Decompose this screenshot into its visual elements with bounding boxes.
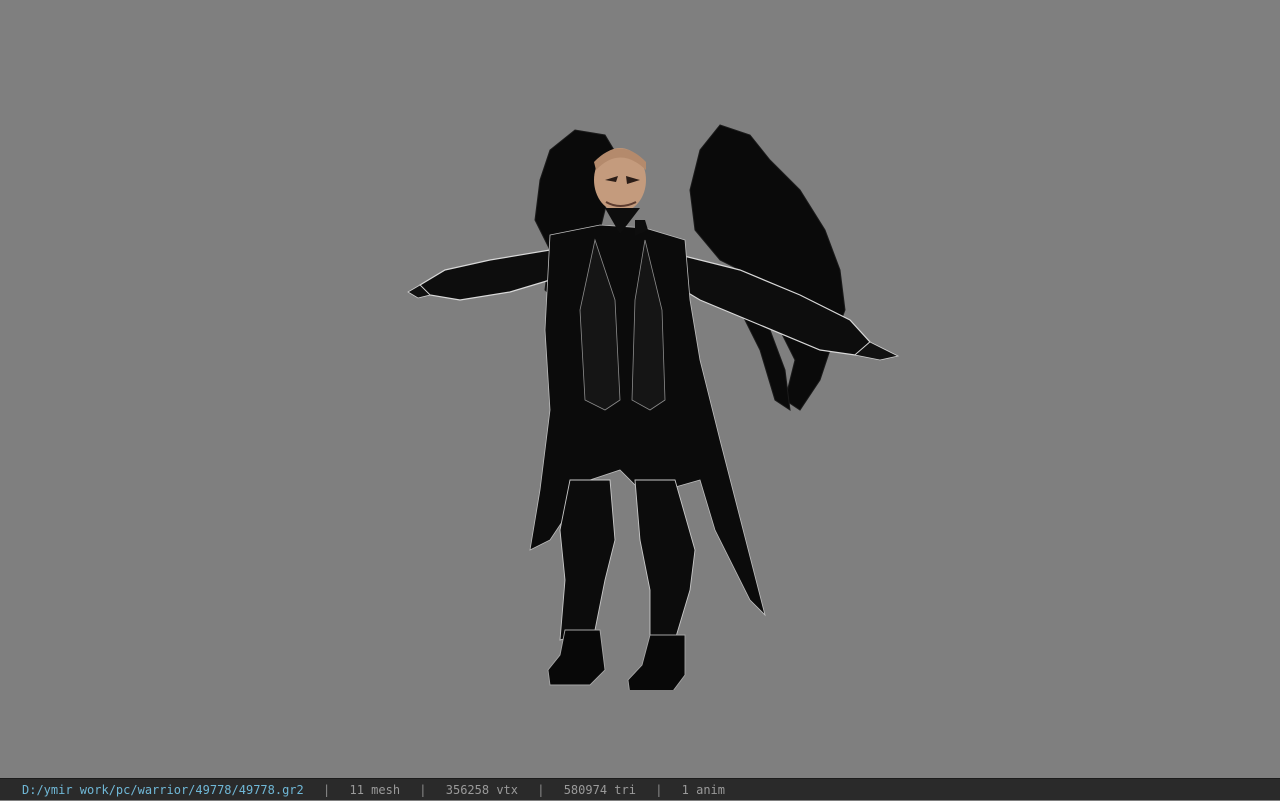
file-path: D:/ymir work/pc/warrior/49778/49778.gr2 (22, 783, 304, 797)
vertex-count: 356258 vtx (445, 783, 518, 797)
separator: | (323, 783, 331, 797)
separator: | (419, 783, 427, 797)
anim-count: 1 anim (681, 783, 726, 797)
legs (559, 479, 696, 646)
status-bar: D:/ymir work/pc/warrior/49778/49778.gr2 … (0, 778, 1280, 800)
separator: | (655, 783, 663, 797)
triangle-count: 580974 tri (563, 783, 636, 797)
boots (547, 629, 686, 690)
model-viewport[interactable] (0, 0, 1280, 778)
character-model (407, 124, 900, 690)
mesh-count: 11 mesh (349, 783, 401, 797)
separator: | (537, 783, 545, 797)
